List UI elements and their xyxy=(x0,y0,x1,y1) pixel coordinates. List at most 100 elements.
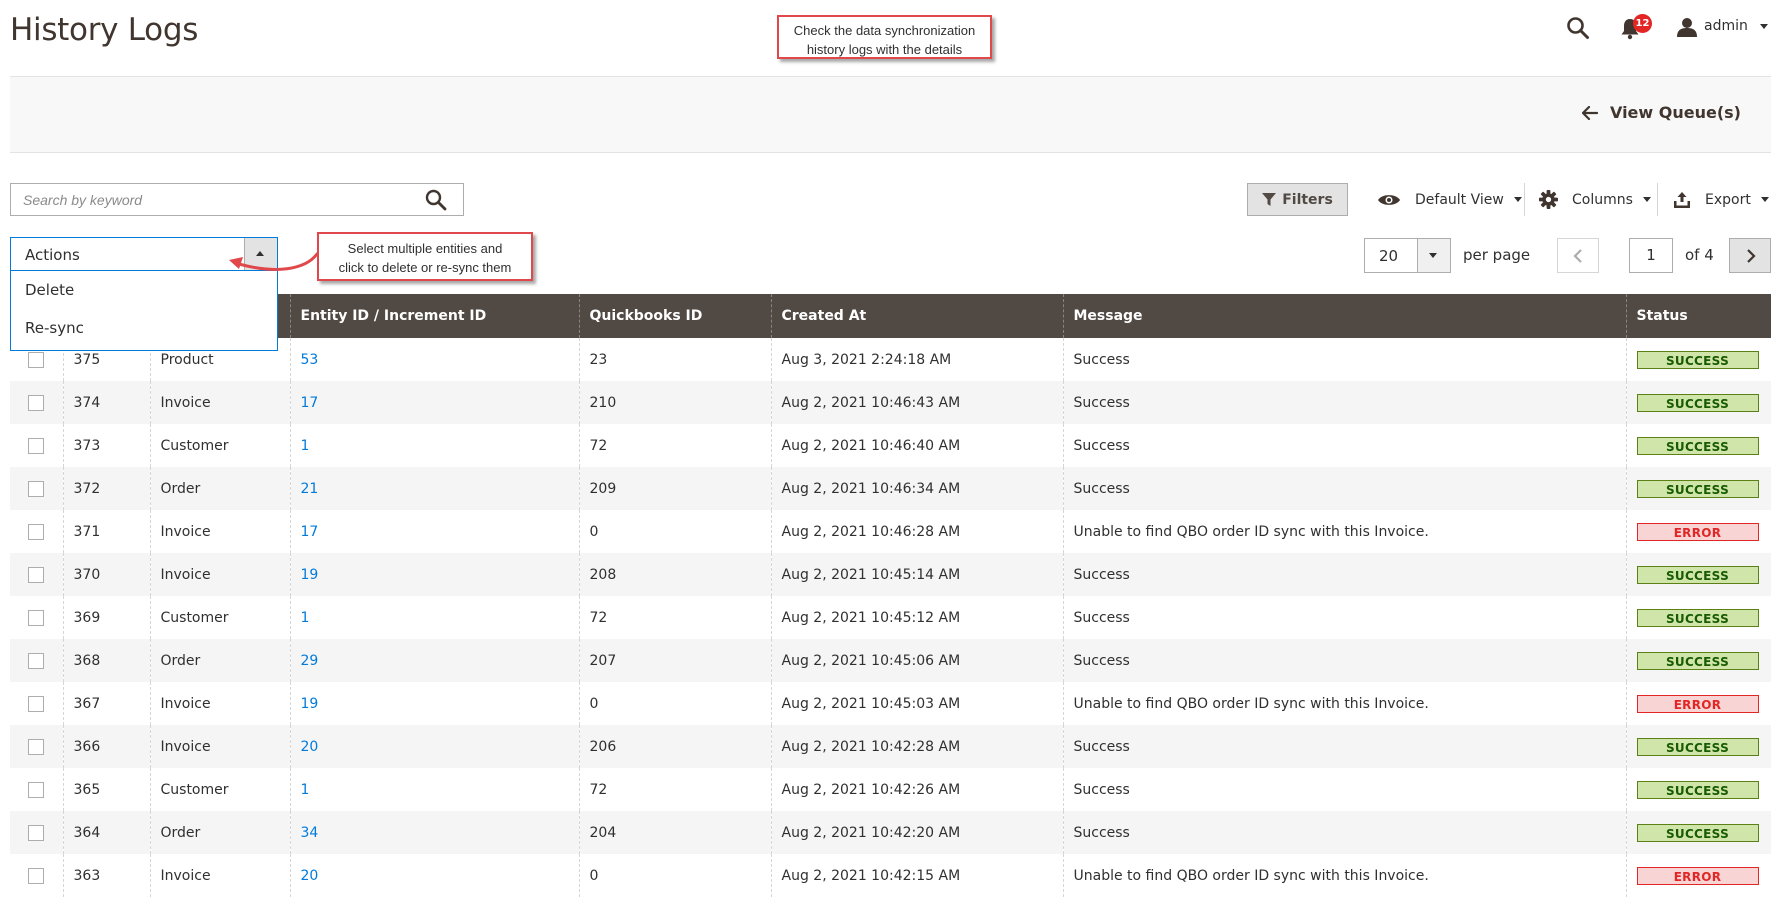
row-checkbox[interactable] xyxy=(28,781,44,798)
table-row[interactable]: 371 Invoice 17 0 Aug 2, 2021 10:46:28 AM Unab… xyxy=(10,510,1771,553)
per-page-label: per page xyxy=(1463,246,1531,264)
entity-id-link[interactable]: 1 xyxy=(289,768,579,811)
entity-id-link[interactable]: 21 xyxy=(289,467,579,510)
notification-count-badge[interactable]: 12 xyxy=(1633,14,1652,33)
chevron-left-icon xyxy=(1573,249,1582,263)
entity-type: Invoice xyxy=(149,553,290,596)
entity-id-link[interactable]: 17 xyxy=(289,381,579,424)
created-at: Aug 2, 2021 10:46:40 AM xyxy=(770,424,1063,467)
row-checkbox[interactable] xyxy=(28,437,44,454)
row-select-cell xyxy=(10,682,63,725)
row-checkbox[interactable] xyxy=(28,738,44,755)
entity-type: Invoice xyxy=(149,725,290,768)
entity-type: Order xyxy=(149,467,290,510)
entity-id-link[interactable]: 20 xyxy=(289,854,579,897)
chevron-down-icon xyxy=(1513,197,1522,202)
column-header-status[interactable]: Status xyxy=(1625,294,1771,338)
columns-dropdown[interactable]: Columns xyxy=(1539,183,1651,216)
row-checkbox[interactable] xyxy=(28,480,44,497)
entity-id-link[interactable]: 1 xyxy=(289,424,579,467)
entity-type: Order xyxy=(149,639,290,682)
status-cell: SUCCESS xyxy=(1625,467,1771,510)
table-row[interactable]: 370 Invoice 19 208 Aug 2, 2021 10:45:14 AM Su… xyxy=(10,553,1771,596)
status-cell: ERROR xyxy=(1625,682,1771,725)
table-row[interactable]: 374 Invoice 17 210 Aug 2, 2021 10:46:43 AM Su… xyxy=(10,381,1771,424)
row-checkbox[interactable] xyxy=(28,609,44,626)
column-header-entity-id[interactable]: Entity ID / Increment ID xyxy=(289,294,579,338)
quickbooks-id: 209 xyxy=(578,467,771,510)
created-at: Aug 2, 2021 10:45:06 AM xyxy=(770,639,1063,682)
row-checkbox[interactable] xyxy=(28,824,44,841)
per-page-select[interactable]: 20 xyxy=(1364,238,1451,273)
message: Unable to find QBO order ID sync with th… xyxy=(1062,854,1626,897)
user-icon[interactable] xyxy=(1677,17,1697,37)
action-resync[interactable]: Re-sync xyxy=(11,309,277,347)
table-row[interactable]: 363 Invoice 20 0 Aug 2, 2021 10:42:15 AM Unab… xyxy=(10,854,1771,897)
entity-id-link[interactable]: 34 xyxy=(289,811,579,854)
user-menu[interactable]: admin xyxy=(1704,18,1769,34)
mass-actions-menu: Delete Re-sync xyxy=(10,271,278,351)
quickbooks-id: 72 xyxy=(578,768,771,811)
table-row[interactable]: 373 Customer 1 72 Aug 2, 2021 10:46:40 AM Suc… xyxy=(10,424,1771,467)
status-cell: SUCCESS xyxy=(1625,811,1771,854)
row-checkbox[interactable] xyxy=(28,523,44,540)
search-input[interactable] xyxy=(11,184,411,215)
next-page-button[interactable] xyxy=(1729,238,1771,273)
search-icon[interactable] xyxy=(425,189,447,211)
entity-id-link[interactable]: 20 xyxy=(289,725,579,768)
status-cell: SUCCESS xyxy=(1625,768,1771,811)
message: Success xyxy=(1062,424,1626,467)
gear-icon xyxy=(1539,190,1558,209)
table-row[interactable]: 367 Invoice 19 0 Aug 2, 2021 10:45:03 AM Unab… xyxy=(10,682,1771,725)
entity-id-link[interactable]: 19 xyxy=(289,682,579,725)
search-icon[interactable] xyxy=(1566,16,1590,40)
current-page-input[interactable]: 1 xyxy=(1629,238,1673,273)
status-badge: SUCCESS xyxy=(1636,651,1759,670)
view-queue-button[interactable]: View Queue(s) xyxy=(1581,103,1741,122)
view-queue-label: View Queue(s) xyxy=(1609,103,1741,122)
table-row[interactable]: 368 Order 29 207 Aug 2, 2021 10:45:06 AM Succ… xyxy=(10,639,1771,682)
column-header-message[interactable]: Message xyxy=(1062,294,1626,338)
message: Success xyxy=(1062,467,1626,510)
status-badge: SUCCESS xyxy=(1636,737,1759,756)
message: Success xyxy=(1062,338,1626,381)
entity-type: Invoice xyxy=(149,854,290,897)
table-row[interactable]: 369 Customer 1 72 Aug 2, 2021 10:45:12 AM Suc… xyxy=(10,596,1771,639)
status-badge: ERROR xyxy=(1636,866,1759,885)
row-select-cell xyxy=(10,381,63,424)
entity-id-link[interactable]: 1 xyxy=(289,596,579,639)
entity-id-link[interactable]: 17 xyxy=(289,510,579,553)
column-header-created-at[interactable]: Created At xyxy=(770,294,1063,338)
row-select-cell xyxy=(10,725,63,768)
column-header-quickbooks-id[interactable]: Quickbooks ID xyxy=(578,294,771,338)
row-checkbox[interactable] xyxy=(28,566,44,583)
row-checkbox[interactable] xyxy=(28,695,44,712)
entity-id-link[interactable]: 29 xyxy=(289,639,579,682)
table-row[interactable]: 365 Customer 1 72 Aug 2, 2021 10:42:26 AM Suc… xyxy=(10,768,1771,811)
quickbooks-id: 0 xyxy=(578,854,771,897)
previous-page-button[interactable] xyxy=(1557,238,1599,273)
entity-id-link[interactable]: 19 xyxy=(289,553,579,596)
message: Success xyxy=(1062,381,1626,424)
row-select-cell xyxy=(10,424,63,467)
search-box xyxy=(10,183,464,216)
row-checkbox[interactable] xyxy=(28,394,44,411)
row-checkbox[interactable] xyxy=(28,351,44,368)
table-row[interactable]: 364 Order 34 204 Aug 2, 2021 10:42:20 AM Succ… xyxy=(10,811,1771,854)
entity-id-link[interactable]: 53 xyxy=(289,338,579,381)
table-row[interactable]: 366 Invoice 20 206 Aug 2, 2021 10:42:28 AM Su… xyxy=(10,725,1771,768)
status-cell: ERROR xyxy=(1625,510,1771,553)
log-id: 374 xyxy=(62,381,150,424)
per-page-toggle[interactable] xyxy=(1417,239,1450,272)
row-checkbox[interactable] xyxy=(28,652,44,669)
export-dropdown[interactable]: Export xyxy=(1673,183,1769,216)
log-id: 370 xyxy=(62,553,150,596)
entity-type: Order xyxy=(149,811,290,854)
arrow-left-icon xyxy=(1581,105,1598,120)
entity-type: Customer xyxy=(149,768,290,811)
row-checkbox[interactable] xyxy=(28,867,44,884)
default-view-dropdown[interactable]: Default View xyxy=(1377,183,1522,216)
created-at: Aug 2, 2021 10:42:26 AM xyxy=(770,768,1063,811)
table-row[interactable]: 372 Order 21 209 Aug 2, 2021 10:46:34 AM Succ… xyxy=(10,467,1771,510)
filters-button[interactable]: Filters xyxy=(1247,183,1348,216)
